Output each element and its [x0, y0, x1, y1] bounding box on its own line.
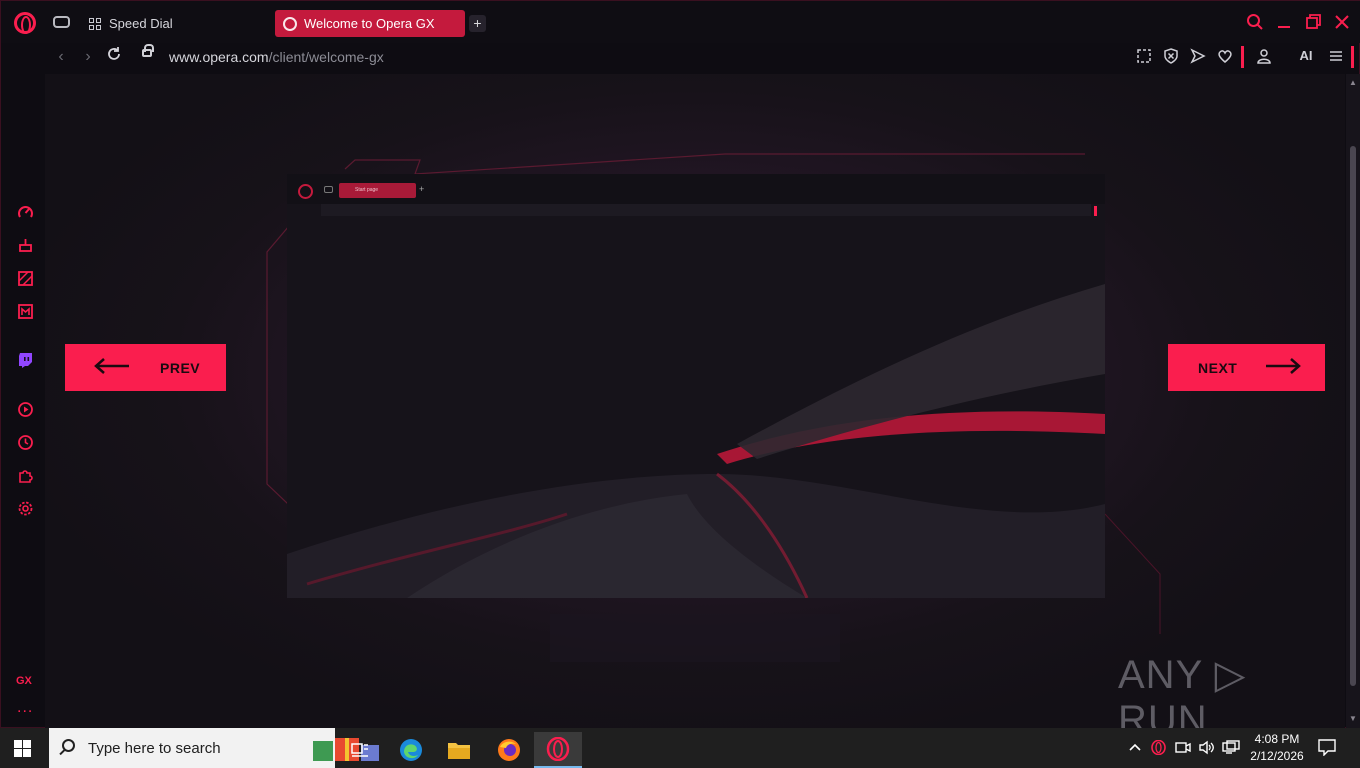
notifications-icon[interactable]: [1318, 739, 1336, 759]
file-explorer-icon[interactable]: [437, 732, 481, 768]
arrow-right-icon: [1264, 352, 1302, 382]
gx-cleaner-icon[interactable]: [16, 237, 35, 256]
back-button[interactable]: ‹: [51, 47, 71, 67]
firefox-icon[interactable]: [487, 732, 531, 768]
system-clock[interactable]: 4:08 PM 2/12/2026: [1242, 731, 1312, 765]
ai-label: AI: [1299, 48, 1313, 63]
address-bar[interactable]: www.opera.com/client/welcome-gx: [169, 49, 384, 65]
adblock-shield-icon[interactable]: [1163, 48, 1179, 64]
clock-date: 2/12/2026: [1250, 749, 1304, 763]
gx-corner-icon[interactable]: [16, 270, 35, 289]
sound-wave-graphic: [287, 284, 1105, 598]
clock-time: 4:08 PM: [1254, 732, 1300, 746]
twitch-icon[interactable]: [16, 352, 35, 371]
edge-browser-icon[interactable]: [389, 732, 433, 768]
lock-icon[interactable]: [142, 44, 154, 57]
history-icon[interactable]: [16, 434, 35, 453]
next-label: NEXT: [1198, 360, 1238, 376]
tray-chevron-up-icon[interactable]: [1128, 740, 1142, 757]
prev-button[interactable]: PREV: [65, 344, 226, 391]
new-tab-button[interactable]: +: [469, 15, 486, 32]
url-host: www.opera.com: [169, 49, 269, 65]
url-path: /client/welcome-gx: [268, 49, 384, 65]
settings-gear-icon[interactable]: [16, 500, 35, 519]
network-icon[interactable]: [1222, 740, 1240, 758]
forward-button[interactable]: ›: [78, 47, 98, 67]
minimize-button[interactable]: [1275, 13, 1293, 31]
task-view-icon[interactable]: [338, 732, 382, 768]
volume-icon[interactable]: [1198, 740, 1216, 758]
tab-bar: Speed Dial Welcome to Opera GX +: [1, 1, 1360, 43]
toolbar-accent: [1351, 46, 1354, 68]
sidebar-more-icon[interactable]: ...: [17, 699, 33, 717]
tab-label: Speed Dial: [109, 16, 173, 31]
search-icon[interactable]: [1246, 13, 1264, 31]
send-icon[interactable]: [1190, 48, 1206, 64]
opera-tab-icon: [283, 16, 297, 31]
tab-speed-dial[interactable]: Speed Dial: [89, 10, 269, 37]
search-placeholder: Type here to search: [88, 740, 221, 757]
heart-icon[interactable]: [1217, 48, 1233, 64]
toolbar-divider: [1241, 46, 1244, 68]
extensions-icon[interactable]: [16, 467, 35, 486]
tray-meet-icon[interactable]: [1175, 740, 1191, 758]
sidebar: GX ...: [1, 73, 47, 729]
windows-taskbar: Type here to search 4:08 PM 2/12/2026: [0, 728, 1360, 768]
close-button[interactable]: [1333, 13, 1351, 31]
search-magnifier-icon: [62, 739, 75, 752]
tray-opera-icon[interactable]: [1151, 739, 1166, 758]
player-icon[interactable]: [16, 401, 35, 420]
easy-setup-icon[interactable]: [1328, 48, 1344, 64]
scroll-thumb[interactable]: [1350, 146, 1356, 686]
page-scrollbar[interactable]: ▲ ▼: [1346, 74, 1360, 728]
gx-label[interactable]: GX: [16, 675, 32, 687]
snapshot-icon[interactable]: [1136, 48, 1152, 64]
anyrun-watermark: ANY ▷ RUN: [1118, 653, 1247, 728]
gamepad-icon[interactable]: [53, 16, 70, 28]
windows-start-icon[interactable]: [14, 740, 31, 757]
taskbar-search-box[interactable]: Type here to search: [49, 728, 379, 768]
scroll-up-arrow[interactable]: ▲: [1348, 78, 1358, 88]
reload-button[interactable]: [104, 46, 124, 66]
messenger-icon[interactable]: [16, 303, 35, 322]
scroll-down-arrow[interactable]: ▼: [1348, 714, 1358, 724]
account-icon[interactable]: [1256, 48, 1272, 64]
opera-gx-taskbar-icon[interactable]: [534, 732, 582, 768]
tab-welcome-opera-gx[interactable]: Welcome to Opera GX: [275, 10, 465, 37]
opera-logo-icon[interactable]: [14, 12, 36, 34]
restore-button[interactable]: [1304, 13, 1322, 31]
grid-icon: [89, 17, 101, 30]
welcome-page: Start page + PREV NEXT ANY ▷ RUN: [45, 74, 1345, 728]
prev-label: PREV: [160, 360, 201, 376]
browser-preview-image: Start page +: [287, 174, 1105, 598]
aria-ai-button[interactable]: AI: [1285, 48, 1315, 64]
gx-control-icon[interactable]: [16, 204, 35, 223]
next-button[interactable]: NEXT: [1168, 344, 1325, 391]
tab-label: Welcome to Opera GX: [304, 16, 435, 31]
arrow-left-icon: [93, 352, 131, 382]
